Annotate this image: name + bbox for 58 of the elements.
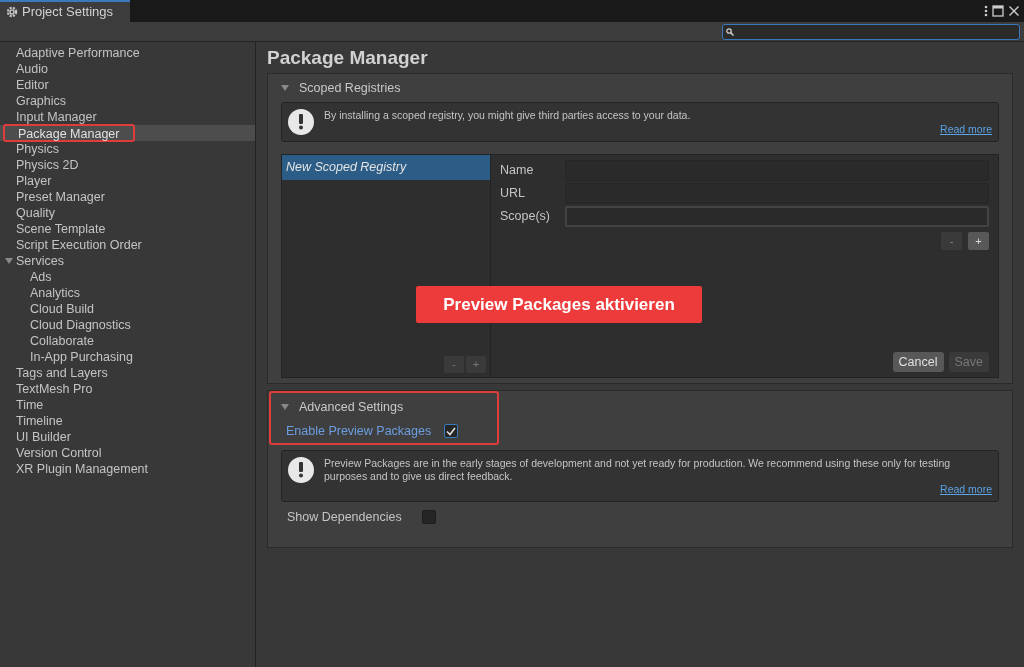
checkbox[interactable] [422, 510, 436, 524]
sidebar-item[interactable]: Input Manager [0, 109, 97, 125]
checkbox-label: Enable Preview Packages [286, 422, 433, 440]
window-tab[interactable]: Project Settings [0, 0, 130, 22]
sidebar-item[interactable]: Time [0, 397, 44, 413]
info-text: Preview Packages are in the early stages of development and not yet ready for production. We recommend using these only for testing purposes and to give us direct feedback. [324, 457, 952, 483]
sidebar-item[interactable]: TextMesh Pro [0, 381, 93, 397]
more-icon[interactable] [984, 5, 988, 17]
field-label: Name [500, 162, 535, 180]
expand-icon[interactable] [5, 258, 13, 264]
sidebar-item[interactable]: Tags and Layers [0, 365, 108, 381]
sidebar-item[interactable]: Physics [0, 141, 60, 157]
sidebar-item[interactable]: Collaborate [0, 333, 94, 349]
sidebar-item[interactable]: XR Plugin Management [0, 461, 149, 477]
warning-icon [288, 457, 314, 483]
info-text: By installing a scoped registry, you might give third parties access to your data. [324, 109, 692, 122]
action-button[interactable]: Cancel [892, 352, 944, 372]
sidebar-item[interactable]: Analytics [0, 285, 81, 301]
warning-icon [288, 109, 314, 135]
sidebar-item[interactable]: Player [0, 173, 52, 189]
collapse-icon[interactable] [281, 85, 289, 91]
sidebar-item[interactable]: Ads [0, 269, 52, 285]
sidebar-item[interactable]: Script Execution Order [0, 237, 142, 253]
sidebar-item[interactable]: Cloud Build [0, 301, 94, 317]
search-field[interactable] [722, 23, 1020, 40]
collapse-icon[interactable] [281, 404, 289, 410]
sidebar-item[interactable]: Scene Template [0, 221, 106, 237]
field-label: Scope(s) [500, 208, 552, 226]
annotation-label: Preview Packages aktivieren [416, 286, 702, 323]
sidebar-item[interactable]: Editor [0, 77, 49, 93]
sidebar-item[interactable]: Adaptive Performance [0, 45, 140, 61]
sidebar-item[interactable]: Package Manager [3, 124, 136, 142]
page-title: Package Manager [267, 46, 429, 70]
maximize-icon[interactable] [992, 5, 1004, 17]
section-title[interactable]: Advanced Settings [299, 397, 404, 417]
checkbox[interactable] [444, 424, 458, 438]
checkbox-label: Show Dependencies [287, 508, 403, 526]
sidebar-item[interactable]: Cloud Diagnostics [0, 317, 131, 333]
sidebar-item[interactable]: Version Control [0, 445, 102, 461]
read-more-link[interactable]: Read more [940, 122, 992, 138]
sidebar-item[interactable]: UI Builder [0, 429, 71, 445]
sidebar-item[interactable]: Timeline [0, 413, 63, 429]
close-icon[interactable] [1008, 5, 1020, 17]
text-field[interactable] [565, 206, 989, 227]
sidebar-item[interactable]: Preset Manager [0, 189, 105, 205]
sidebar-item[interactable]: Graphics [0, 93, 67, 109]
sidebar-item[interactable]: Services [0, 253, 64, 269]
search-icon [726, 27, 734, 36]
section-title[interactable]: Scoped Registries [299, 78, 401, 98]
field-label: URL [500, 185, 526, 203]
sidebar-item[interactable]: Quality [0, 205, 55, 221]
scope-button[interactable]: + [968, 232, 989, 250]
read-more-link[interactable]: Read more [940, 482, 992, 498]
settings-icon [6, 6, 18, 18]
sidebar-item[interactable]: In-App Purchasing [0, 349, 133, 365]
registry-item[interactable]: New Scoped Registry [282, 155, 490, 180]
sidebar-item[interactable]: Audio [0, 61, 48, 77]
sidebar-item[interactable]: Physics 2D [0, 157, 79, 173]
